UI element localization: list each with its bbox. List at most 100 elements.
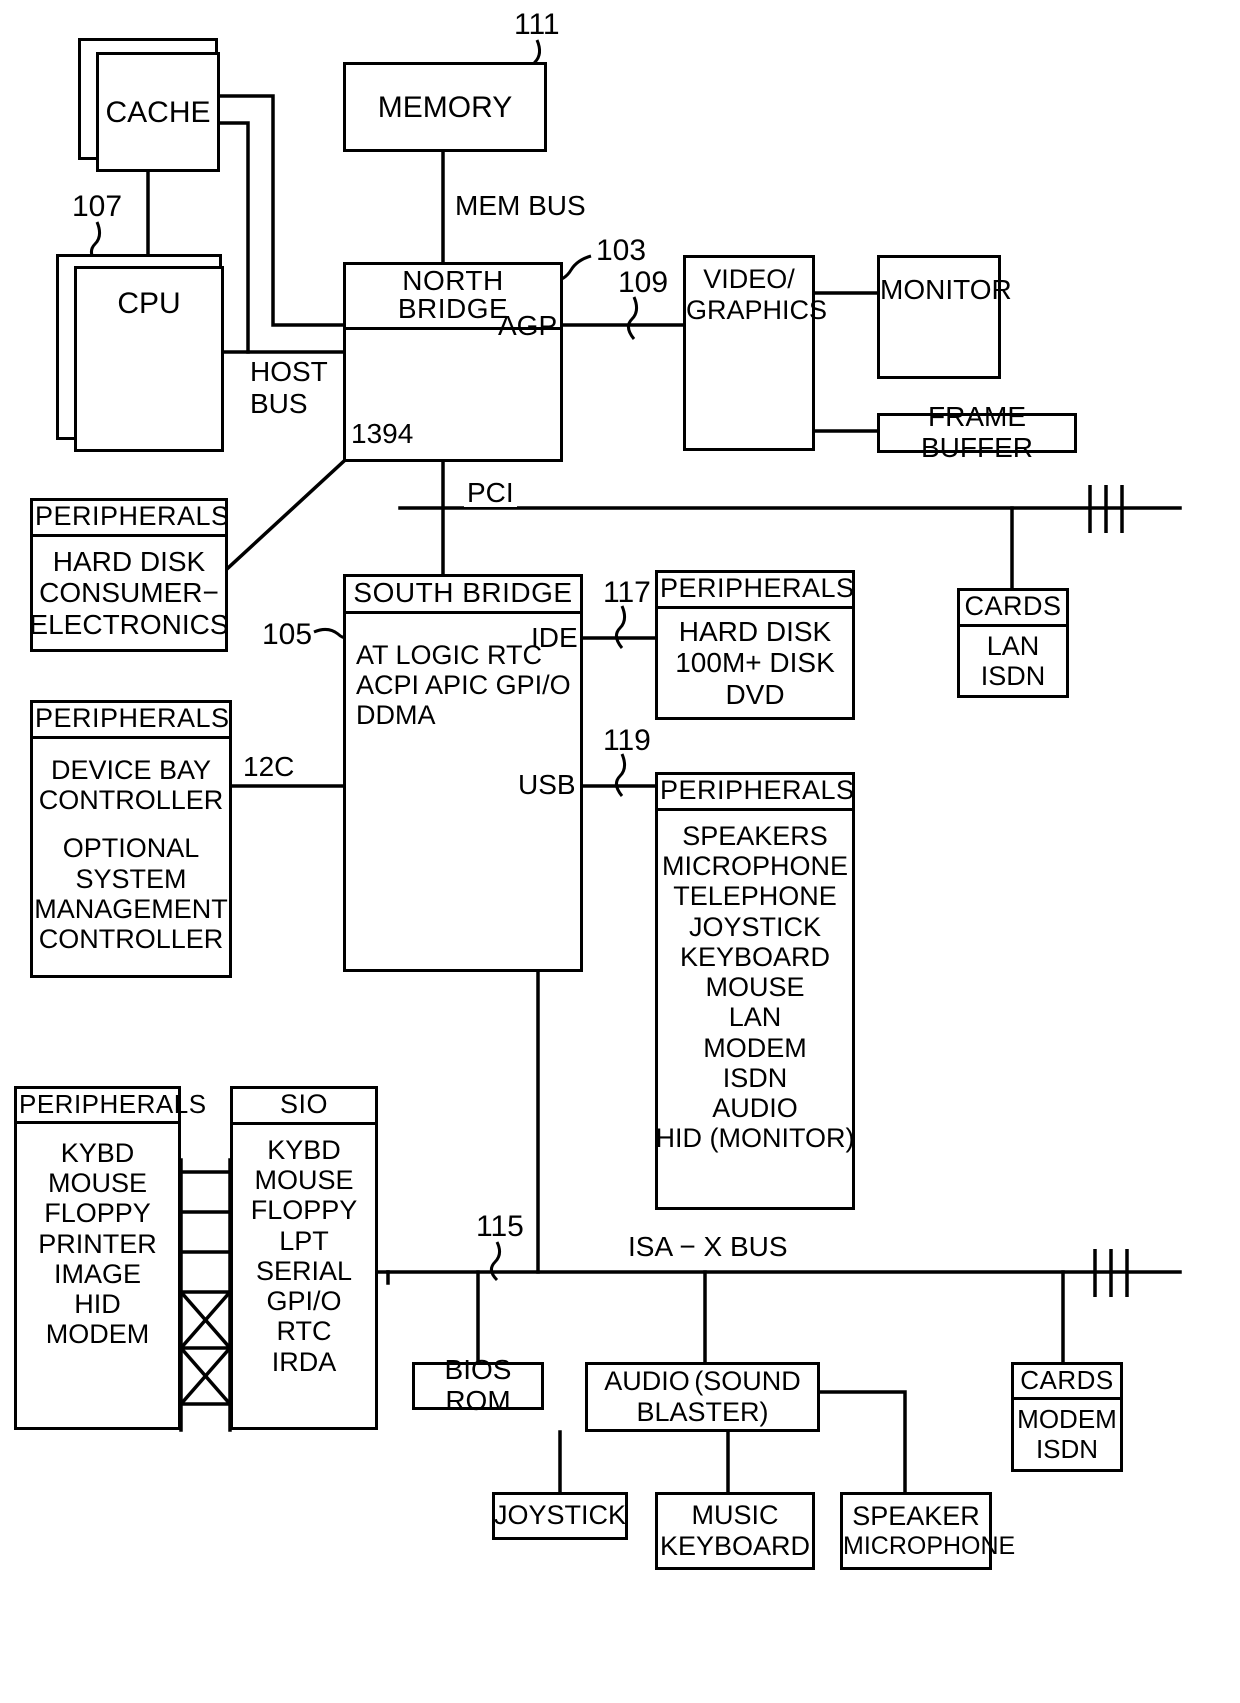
bios-rom-block[interactable]: BIOS ROM xyxy=(412,1354,544,1416)
list-item: ELECTRONICS xyxy=(29,608,229,640)
peripherals-usb-block[interactable]: PERIPHERALS SPEAKERS MICROPHONE TELEPHON… xyxy=(655,772,855,1210)
peripherals-sio-block[interactable]: PERIPHERALS KYBD MOUSE FLOPPY PRINTER IM… xyxy=(14,1086,206,1430)
video-graphics-block[interactable]: VIDEO/ GRAPHICS xyxy=(683,255,827,451)
list-item: CONSUMER− xyxy=(39,577,219,609)
north-bridge-1394-port: 1394 xyxy=(351,418,414,449)
cards-pci-title: CARDS xyxy=(960,591,1066,627)
list-item: HARD DISK xyxy=(52,545,206,577)
south-bridge-title: SOUTH BRIDGE xyxy=(346,577,580,614)
list-item: JOYSTICK xyxy=(688,911,822,942)
reference-109: 109 xyxy=(618,266,669,299)
pci-bus-label: PCI xyxy=(464,479,517,507)
reference-103: 103 xyxy=(596,234,647,267)
list-item: HID (MONITOR) xyxy=(655,1123,855,1154)
peripherals-ide-items: HARD DISK 100M+ DISK DVD xyxy=(658,609,852,717)
host-bus-label-line2: BUS xyxy=(247,390,311,418)
mem-bus-label: MEM BUS xyxy=(452,192,589,220)
peripherals-1394-items: HARD DISK CONSUMER− ELECTRONICS xyxy=(29,537,228,649)
list-item: RTC xyxy=(276,1316,332,1347)
host-bus-label-line1: HOST xyxy=(247,358,331,386)
video-graphics-line2: GRAPHICS xyxy=(686,295,828,325)
list-item: DVD xyxy=(725,678,785,710)
sio-items: KYBD MOUSE FLOPPY LPT SERIAL GPI/O RTC I… xyxy=(233,1125,375,1427)
cpu-label: CPU xyxy=(117,287,181,320)
list-item: SPEAKERS xyxy=(682,821,828,851)
list-item: ISDN xyxy=(1035,1433,1099,1464)
speaker-microphone-block[interactable]: SPEAKER MICROPHONE xyxy=(840,1492,1015,1570)
list-item: APIC xyxy=(425,670,489,701)
cache-block[interactable]: CACHE xyxy=(96,52,220,172)
reference-119: 119 xyxy=(603,724,651,757)
peripherals-i2c-block[interactable]: PERIPHERALS DEVICE BAY CONTROLLER OPTION… xyxy=(30,700,232,978)
peripherals-i2c-title: PERIPHERALS xyxy=(33,703,229,739)
list-item: MODEM xyxy=(703,1032,807,1063)
sio-block[interactable]: SIO KYBD MOUSE FLOPPY LPT SERIAL GPI/O R… xyxy=(230,1086,378,1430)
audio-block[interactable]: AUDIO (SOUND BLASTER) xyxy=(585,1362,820,1432)
list-item: IRDA xyxy=(271,1346,337,1377)
peripherals-usb-title: PERIPHERALS xyxy=(658,775,854,811)
music-keyboard-block[interactable]: MUSIC KEYBOARD xyxy=(655,1492,815,1570)
list-item: MOUSE xyxy=(705,972,805,1003)
cards-isa-title: CARDS xyxy=(1014,1365,1120,1400)
list-item: AUDIO xyxy=(712,1093,798,1124)
list-item: LAN xyxy=(728,1002,782,1033)
cards-isa-items: MODEM ISDN xyxy=(1014,1400,1120,1469)
peripherals-i2c-items: DEVICE BAY CONTROLLER OPTIONAL SYSTEM MA… xyxy=(33,739,229,975)
list-item: SERIAL xyxy=(255,1255,353,1286)
list-item: MODEM xyxy=(1017,1404,1117,1435)
list-item: 100M+ DISK xyxy=(675,647,835,679)
list-item: SYSTEM xyxy=(75,863,187,894)
list-item: OPTIONAL xyxy=(62,833,200,864)
list-item: FLOPPY xyxy=(250,1195,358,1226)
joystick-block[interactable]: JOYSTICK xyxy=(492,1492,628,1540)
sio-title: SIO xyxy=(233,1089,375,1125)
list-item: FLOPPY xyxy=(44,1198,151,1229)
cards-pci-items: LAN ISDN xyxy=(960,627,1066,695)
list-item: MICROPHONE xyxy=(661,851,848,882)
list-item: KYBD xyxy=(267,1135,341,1165)
list-item: PRINTER xyxy=(38,1228,157,1259)
cards-pci-block[interactable]: CARDS LAN ISDN xyxy=(957,588,1069,698)
cpu-block[interactable]: CPU xyxy=(74,266,224,452)
reference-111: 111 xyxy=(514,8,560,41)
list-item: LAN xyxy=(986,630,1040,661)
peripherals-sio-items: KYBD MOUSE FLOPPY PRINTER IMAGE HID MODE… xyxy=(17,1124,178,1427)
reference-105: 105 xyxy=(262,618,313,651)
peripherals-1394-title: PERIPHERALS xyxy=(33,501,229,537)
i2c-bus-label: 12C xyxy=(240,753,298,781)
list-item: CONTROLLER xyxy=(38,785,224,816)
speaker-microphone-line1: SPEAKER xyxy=(852,1501,980,1531)
list-item: IMAGE xyxy=(53,1258,141,1289)
list-item: MANAGEMENT xyxy=(34,893,228,924)
list-item: ACPI xyxy=(356,670,420,701)
peripherals-1394-block[interactable]: PERIPHERALS HARD DISK CONSUMER− ELECTRON… xyxy=(29,498,229,652)
list-item: MODEM xyxy=(45,1319,150,1350)
peripherals-sio-title: PERIPHERALS xyxy=(17,1089,206,1124)
south-bridge-usb-port: USB xyxy=(518,769,576,800)
list-item: DDMA xyxy=(356,700,436,731)
list-item: AT LOGIC xyxy=(356,640,480,670)
figure-canvas: CACHE CPU MEMORY NORTH BRIDGE AGP 1394 V… xyxy=(0,0,1240,1703)
memory-block[interactable]: MEMORY xyxy=(343,62,547,152)
south-bridge-ide-port: IDE xyxy=(531,622,578,653)
peripherals-ide-title: PERIPHERALS xyxy=(658,573,854,609)
reference-117: 117 xyxy=(603,576,651,609)
north-bridge-agp-port: AGP xyxy=(498,310,558,341)
list-item: TELEPHONE xyxy=(673,881,837,912)
list-item: HARD DISK xyxy=(678,615,832,647)
monitor-block[interactable]: MONITOR xyxy=(877,255,1012,379)
list-item: HID xyxy=(74,1289,121,1320)
list-item: CONTROLLER xyxy=(38,924,224,955)
cards-isa-block[interactable]: CARDS MODEM ISDN xyxy=(1011,1362,1123,1472)
music-keyboard-line1: MUSIC xyxy=(691,1500,779,1530)
video-graphics-line1: VIDEO/ xyxy=(703,264,795,294)
frame-buffer-block[interactable]: FRAME BUFFER xyxy=(877,401,1077,463)
peripherals-usb-items: SPEAKERS MICROPHONE TELEPHONE JOYSTICK K… xyxy=(655,811,855,1207)
list-item: KEYBOARD xyxy=(679,941,831,972)
music-keyboard-line2: KEYBOARD xyxy=(659,1531,811,1561)
list-item: DEVICE BAY xyxy=(50,755,212,785)
list-item: LPT xyxy=(279,1225,329,1256)
peripherals-ide-block[interactable]: PERIPHERALS HARD DISK 100M+ DISK DVD xyxy=(655,570,855,720)
audio-line1: AUDIO xyxy=(604,1366,690,1396)
list-item: KYBD xyxy=(60,1138,135,1168)
